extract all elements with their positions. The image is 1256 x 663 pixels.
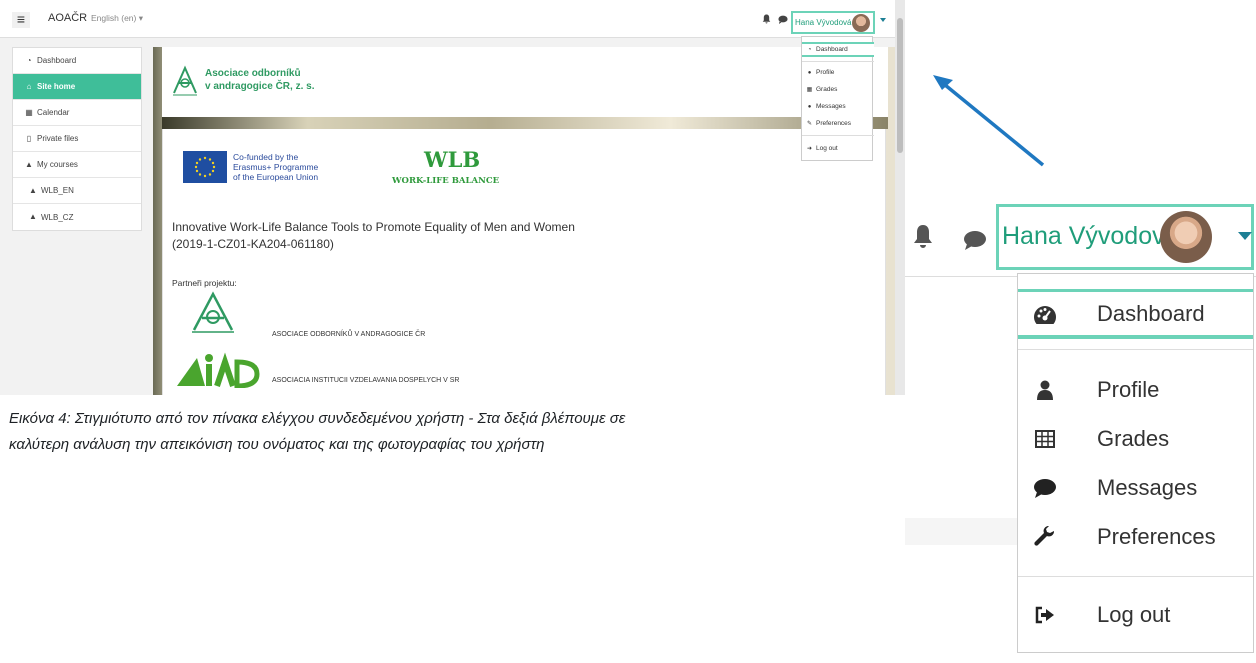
menu-item-logout[interactable]: Log out xyxy=(1018,595,1253,635)
dashboard-icon xyxy=(1033,303,1057,327)
chat-icon: ● xyxy=(807,103,812,110)
graduation-cap-icon: ▲ xyxy=(29,212,37,221)
sidebar-item-private-files[interactable]: ▯ Private files xyxy=(13,126,141,152)
sidebar-item-label: WLB_EN xyxy=(41,186,74,195)
menu-item-grades[interactable]: Grades xyxy=(1018,419,1253,459)
menu-item-profile[interactable]: Profile xyxy=(1018,370,1253,410)
table-icon xyxy=(1033,427,1057,451)
menu-item-label: Profile xyxy=(1097,377,1160,402)
page-background-strip xyxy=(905,518,1017,545)
user-icon: ● xyxy=(807,69,812,76)
menu-item-label: Grades xyxy=(816,86,838,93)
home-icon: ⌂ xyxy=(26,81,32,91)
partner2-logo xyxy=(177,352,260,388)
menu-item-label: Log out xyxy=(1097,602,1171,627)
figure-caption-line1: Εικόνα 4: Στιγμιότυπο από τον πίνακα ελέ… xyxy=(9,410,626,427)
site-name[interactable]: AOAČR xyxy=(48,12,87,24)
menu-item-grades[interactable]: ▦ Grades xyxy=(802,84,874,95)
partner1-logo xyxy=(192,291,234,333)
graduation-cap-icon: ▲ xyxy=(29,185,37,195)
menu-divider xyxy=(1018,576,1253,577)
sidebar-item-label: My courses xyxy=(37,160,78,169)
menu-item-label: Messages xyxy=(816,103,846,110)
logout-icon: ➜ xyxy=(806,146,813,152)
menu-item-dashboard[interactable]: ◔ Dashboard xyxy=(802,42,874,57)
chat-icon xyxy=(1033,476,1057,500)
org-name-line2: v andragogice ČR, z. s. xyxy=(205,81,315,92)
banner-stripe xyxy=(162,117,888,129)
menu-item-label: Profile xyxy=(816,69,835,76)
logout-icon xyxy=(1033,603,1057,627)
eu-flag-icon xyxy=(183,151,227,183)
screenshot-moodle: ≡ AOAČR English (en) ▾ Hana Vývodová ◔ Da… xyxy=(0,0,905,395)
user-menu-toggle[interactable]: Hana Vývodová xyxy=(791,11,875,34)
org-name-line1: Asociace odborníků xyxy=(205,68,301,79)
file-icon: ▯ xyxy=(26,133,32,143)
user-dropdown-small: ◔ Dashboard ● Profile ▦ Grades ● Messages ✎ P… xyxy=(801,36,874,161)
menu-item-label: Preferences xyxy=(816,120,852,127)
sidebar-item-wlb-en[interactable]: ▲ WLB_EN xyxy=(13,178,141,204)
menu-item-label: Messages xyxy=(1097,475,1198,500)
calendar-icon: ▦ xyxy=(25,107,33,117)
dashboard-icon: ◔ xyxy=(807,46,812,53)
sidebar-item-calendar[interactable]: ▦ Calendar xyxy=(13,100,141,126)
aoa-logo xyxy=(173,65,197,96)
menu-divider xyxy=(1018,349,1253,350)
wrench-icon xyxy=(1033,525,1057,549)
sidebar-item-wlb-cz[interactable]: ▲ WLB_CZ xyxy=(13,204,141,230)
eu-text-line1: Co-funded by the xyxy=(233,152,299,162)
menu-item-dashboard[interactable]: Dashboard xyxy=(1018,289,1253,339)
sidebar-item-label: Private files xyxy=(37,134,79,143)
wlb-logo-subtitle: WORK-LIFE BALANCE xyxy=(392,176,500,186)
eu-text-line2: Erasmus+ Programme xyxy=(233,162,319,172)
menu-item-label: Dashboard xyxy=(1097,300,1205,326)
language-selector[interactable]: English (en) ▾ xyxy=(91,13,143,24)
sidebar-item-label: Site home xyxy=(37,82,76,91)
menu-item-label: Log out xyxy=(816,145,838,152)
chevron-down-icon[interactable] xyxy=(1238,232,1252,240)
table-icon: ▦ xyxy=(806,87,813,93)
menu-item-preferences[interactable]: ✎ Preferences xyxy=(802,118,874,129)
sidebar-item-site-home[interactable]: ⌂ Site home xyxy=(13,74,141,100)
menu-item-label: Dashboard xyxy=(816,46,848,53)
chevron-down-icon[interactable] xyxy=(880,18,886,22)
eu-text-line3: of the European Union xyxy=(233,172,319,182)
user-name-zoomed: Hana Vývodová xyxy=(1002,222,1179,250)
chat-icon[interactable] xyxy=(963,230,987,250)
chat-icon[interactable] xyxy=(778,15,788,24)
partner1-name: ASOCIACE ODBORNÍKŮ V ANDRAGOGICE ČR xyxy=(272,331,426,338)
wlb-logo-title: WLB xyxy=(424,147,481,172)
menu-item-messages[interactable]: ● Messages xyxy=(802,101,874,112)
dashboard-icon: ◔ xyxy=(26,55,32,65)
wrench-icon: ✎ xyxy=(806,121,813,127)
partners-label: Partneři projektu: xyxy=(172,278,237,288)
pointer-arrow-icon xyxy=(933,75,1045,167)
sidebar-item-label: Dashboard xyxy=(37,56,77,65)
bell-icon[interactable] xyxy=(762,14,771,24)
sidebar-item-my-courses[interactable]: ▲ My courses xyxy=(13,152,141,178)
bell-icon[interactable] xyxy=(913,224,933,250)
avatar xyxy=(1160,211,1212,263)
hamburger-icon[interactable]: ≡ xyxy=(12,12,30,28)
sidebar-item-label: WLB_CZ xyxy=(41,212,74,222)
course-code: (2019-1-CZ01-KA204-061180) xyxy=(172,237,334,251)
menu-item-preferences[interactable]: Preferences xyxy=(1018,517,1253,557)
sidebar-item-label: Calendar xyxy=(37,108,70,117)
sidebar: ◔ Dashboard ⌂ Site home ▦ Calendar ▯ Private… xyxy=(12,47,142,231)
menu-item-label: Preferences xyxy=(1097,524,1216,549)
sidebar-item-dashboard[interactable]: ◔ Dashboard xyxy=(13,48,141,74)
user-name: Hana Vývodová xyxy=(795,18,852,27)
avatar xyxy=(852,14,870,32)
user-icon xyxy=(1033,378,1057,402)
menu-item-messages[interactable]: Messages xyxy=(1018,468,1253,508)
partner2-name: ASOCIACIA INSTITUCII VZDELAVANIA DOSPELY… xyxy=(272,377,460,384)
figure-caption-line2: καλύτερη ανάλυση την απεικόνιση του ονόμ… xyxy=(9,436,545,453)
menu-item-profile[interactable]: ● Profile xyxy=(802,67,874,78)
graduation-cap-icon: ▲ xyxy=(25,159,33,169)
menu-item-logout[interactable]: ➜ Log out xyxy=(802,143,874,154)
menu-item-label: Grades xyxy=(1097,426,1170,451)
scrollbar-thumb[interactable] xyxy=(897,18,903,153)
course-title: Innovative Work-Life Balance Tools to Pr… xyxy=(172,220,575,234)
